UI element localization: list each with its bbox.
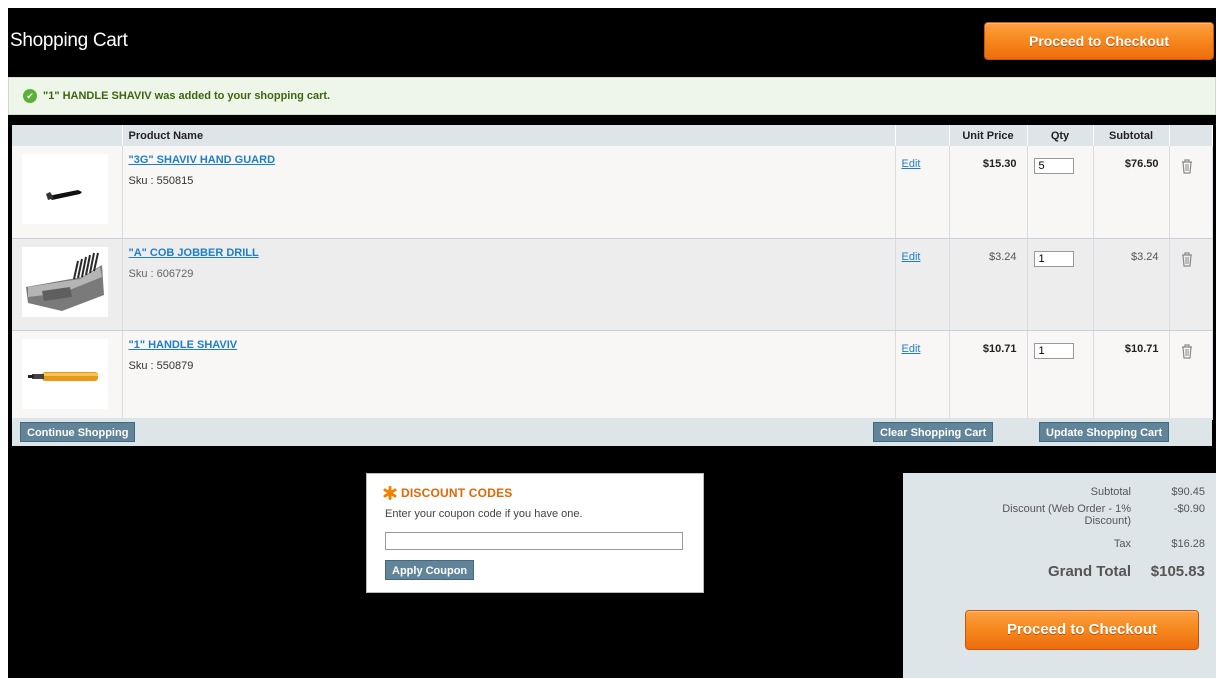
hand-guard-image[interactable] xyxy=(22,154,108,224)
qty-input[interactable]: 1 xyxy=(1033,250,1074,267)
success-message-text: "1" HANDLE SHAVIV was added to your shop… xyxy=(43,90,331,102)
continue-shopping-button[interactable]: Continue Shopping xyxy=(20,422,136,442)
table-row: "A" COB JOBBER DRILL Sku : 606729 Edit $… xyxy=(12,238,1213,331)
col-subtotal: Subtotal xyxy=(1093,125,1170,146)
trash-icon[interactable] xyxy=(1180,343,1194,359)
qty-input[interactable]: 1 xyxy=(1033,342,1074,359)
row-subtotal: $3.24 xyxy=(1130,250,1159,263)
discount-label-line1: Discount (Web Order - 1% xyxy=(1002,503,1131,515)
row-subtotal: $10.71 xyxy=(1124,342,1159,355)
table-row: "1" HANDLE SHAVIV Sku : 550879 Edit $10.… xyxy=(12,330,1213,420)
page-title: Shopping Cart xyxy=(10,30,128,51)
edit-link[interactable]: Edit xyxy=(902,343,921,355)
discount-codes-hint: Enter your coupon code if you have one. xyxy=(385,508,583,520)
unit-price: $3.24 xyxy=(988,250,1017,263)
page: Shopping Cart Proceed to Checkout ✔ "1" … xyxy=(8,8,1216,678)
edit-link[interactable]: Edit xyxy=(902,158,921,170)
grand-total-value: $105.83 xyxy=(1150,563,1205,580)
update-shopping-cart-button[interactable]: Update Shopping Cart xyxy=(1039,422,1170,442)
discount-codes-title: DISCOUNT CODES xyxy=(401,486,513,500)
coupon-code-input[interactable] xyxy=(385,532,683,550)
handle-image[interactable] xyxy=(22,338,108,409)
subtotal-label: Subtotal xyxy=(1090,486,1131,498)
col-unit-price: Unit Price xyxy=(949,125,1028,146)
col-image xyxy=(12,125,123,146)
row-subtotal: $76.50 xyxy=(1124,158,1159,170)
trash-icon[interactable] xyxy=(1180,251,1194,267)
clear-shopping-cart-button[interactable]: Clear Shopping Cart xyxy=(873,422,994,442)
cart-actions-bar: Continue Shopping Clear Shopping Cart Up… xyxy=(12,418,1212,446)
col-remove xyxy=(1169,125,1213,146)
product-name-link[interactable]: "1" HANDLE SHAVIV xyxy=(129,339,238,351)
product-name-link[interactable]: "3G" SHAVIV HAND GUARD xyxy=(129,154,276,166)
apply-coupon-button[interactable]: Apply Coupon xyxy=(385,560,475,580)
qty-input[interactable]: 5 xyxy=(1033,158,1074,174)
check-circle-icon: ✔ xyxy=(23,89,37,103)
discount-value: -$0.90 xyxy=(1173,503,1205,515)
discount-label-line2: Discount) xyxy=(1084,515,1131,527)
col-qty: Qty xyxy=(1027,125,1094,146)
cart-header-row: Product Name Unit Price Qty Subtotal xyxy=(12,125,1213,146)
discount-codes-box: DISCOUNT CODES Enter your coupon code if… xyxy=(366,473,704,593)
cart-totals: Subtotal $90.45 Discount (Web Order - 1%… xyxy=(903,473,1216,678)
grand-total-label: Grand Total xyxy=(1047,563,1131,580)
col-edit xyxy=(895,125,950,146)
discount-label: Discount (Web Order - 1% Discount) xyxy=(943,503,1131,527)
product-name-link[interactable]: "A" COB JOBBER DRILL xyxy=(129,247,259,259)
col-product-name: Product Name xyxy=(122,125,896,146)
tax-label: Tax xyxy=(1113,538,1131,550)
cart-table-container: Product Name Unit Price Qty Subtotal "3G… xyxy=(12,125,1213,420)
tax-value: $16.28 xyxy=(1171,538,1205,550)
product-sku: Sku : 550815 xyxy=(128,175,194,187)
table-row: "3G" SHAVIV HAND GUARD Sku : 550815 Edit… xyxy=(12,146,1213,239)
drill-set-image[interactable] xyxy=(22,246,108,317)
product-sku: Sku : 550879 xyxy=(128,359,194,372)
proceed-to-checkout-button-top[interactable]: Proceed to Checkout xyxy=(984,22,1214,60)
proceed-to-checkout-button-bottom[interactable]: Proceed to Checkout xyxy=(965,610,1199,650)
unit-price: $15.30 xyxy=(982,158,1017,170)
cart-table: Product Name Unit Price Qty Subtotal "3G… xyxy=(12,125,1213,420)
success-message: ✔ "1" HANDLE SHAVIV was added to your sh… xyxy=(8,77,1216,115)
subtotal-value: $90.45 xyxy=(1171,486,1205,498)
unit-price: $10.71 xyxy=(982,342,1017,355)
edit-link[interactable]: Edit xyxy=(902,251,921,263)
trash-icon[interactable] xyxy=(1180,158,1194,174)
product-sku: Sku : 606729 xyxy=(128,267,194,280)
asterisk-icon xyxy=(383,486,397,500)
